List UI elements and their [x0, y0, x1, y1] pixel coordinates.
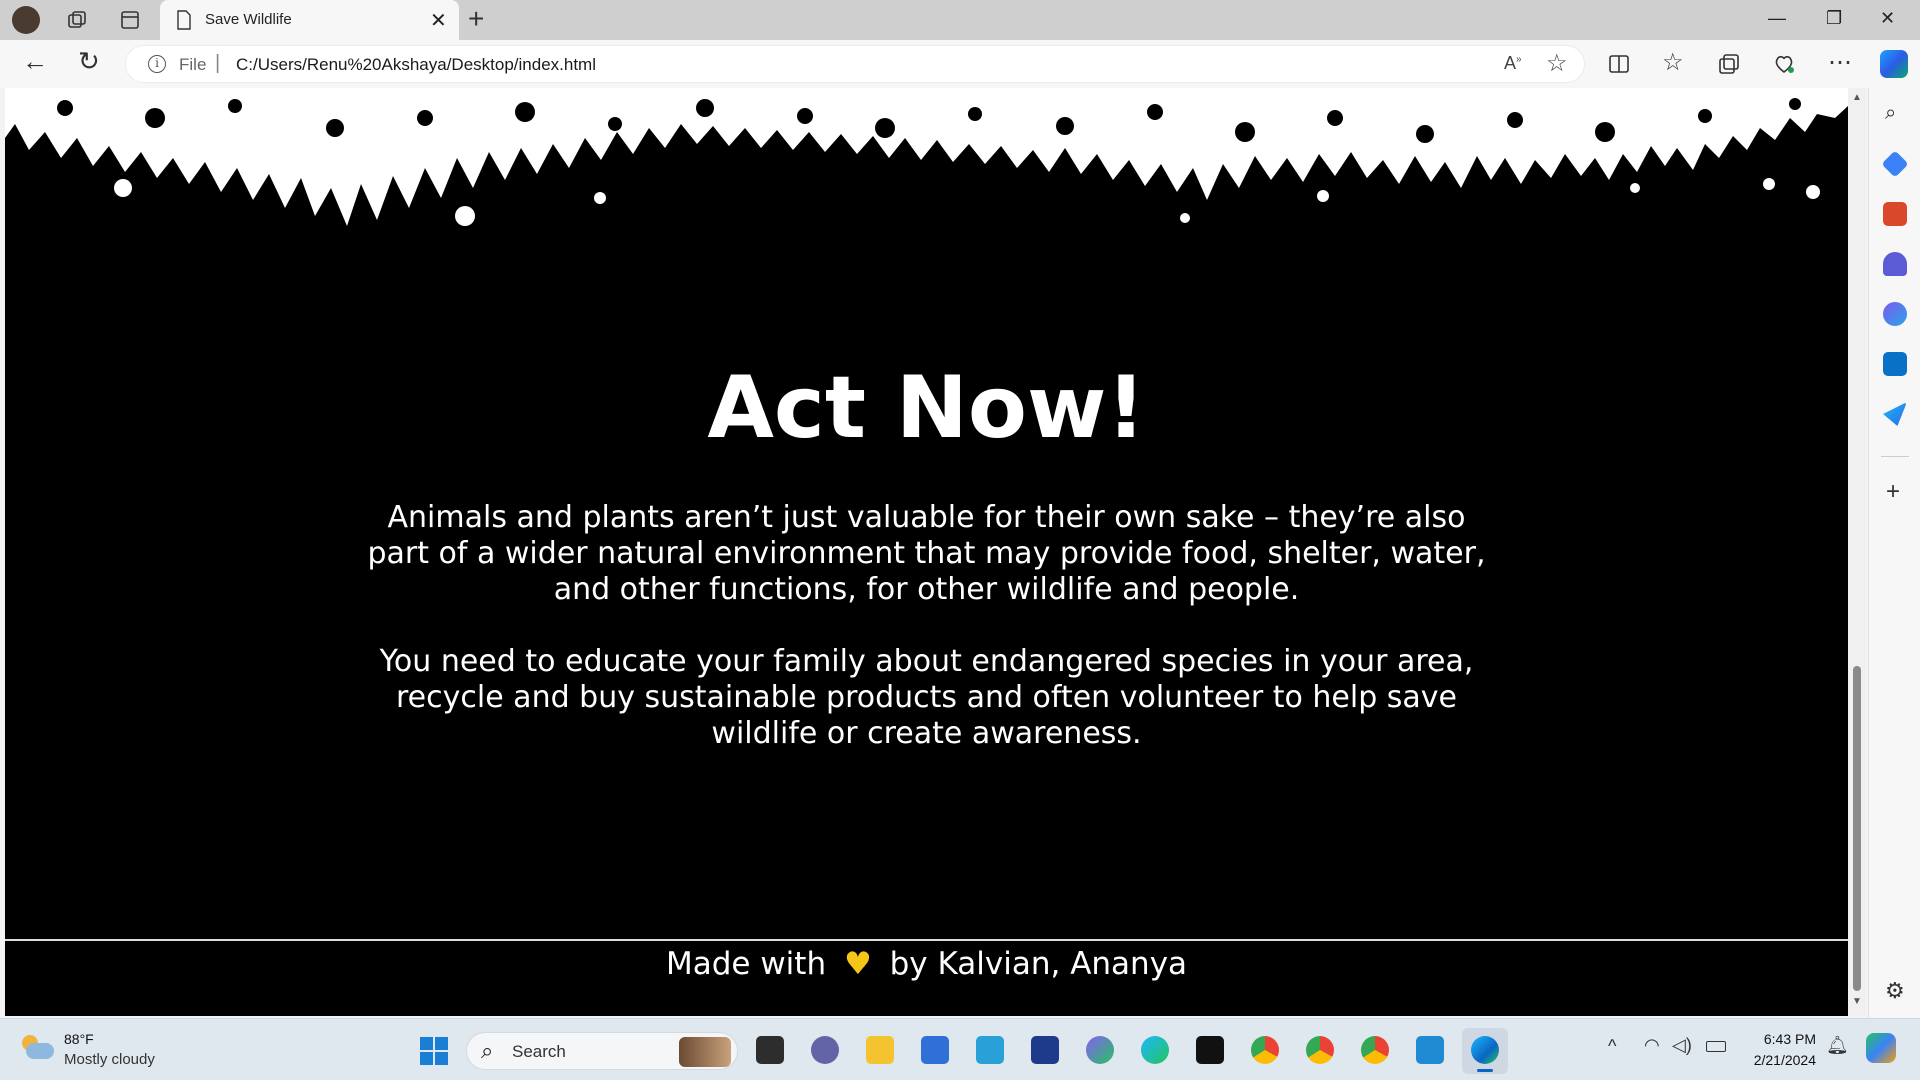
page-heading: Act Now!: [707, 358, 1146, 458]
tab-save-wildlife[interactable]: Save Wildlife ✕: [160, 0, 459, 40]
collections-icon[interactable]: [1718, 53, 1740, 75]
tab-title: Save Wildlife: [205, 11, 292, 28]
sidebar-divider: [1881, 456, 1909, 457]
page-scrollbar[interactable]: ▲ ▼: [1848, 88, 1866, 1016]
scroll-down-icon[interactable]: ▼: [1852, 996, 1862, 1007]
scrollbar-thumb[interactable]: [1853, 666, 1861, 991]
copilot-preview-icon[interactable]: [1866, 1033, 1896, 1063]
notifications-icon[interactable]: 🔔︎: [1826, 1035, 1849, 1056]
new-tab-icon[interactable]: +: [468, 3, 484, 35]
sidebar-settings-icon[interactable]: ⚙: [1885, 978, 1905, 1004]
page-icon: [177, 10, 191, 30]
chrome-profile-avatar-icon[interactable]: [1361, 1036, 1389, 1064]
taskbar-search[interactable]: ⌕ Search: [466, 1032, 738, 1070]
address-prefix: File: [179, 55, 207, 74]
show-hidden-icons-icon[interactable]: ^: [1608, 1036, 1616, 1057]
refresh-icon[interactable]: ↻: [78, 46, 100, 77]
close-window-icon[interactable]: ✕: [1880, 8, 1895, 29]
clock-date[interactable]: 2/21/2024: [1740, 1052, 1816, 1068]
tab-actions-icon[interactable]: [119, 9, 141, 31]
microsoft-store-icon[interactable]: [921, 1036, 949, 1064]
address-separator: |: [215, 52, 221, 74]
footer-prefix: Made with: [665, 946, 827, 982]
games-icon[interactable]: [1883, 252, 1907, 276]
active-indicator: [1477, 1069, 1493, 1072]
paragraph-value-of-wildlife: Animals and plants aren’t just valuable …: [367, 500, 1486, 607]
weather-description[interactable]: Mostly cloudy: [64, 1051, 155, 1068]
clock-time[interactable]: 6:43 PM: [1740, 1031, 1816, 1047]
edge-dev-icon[interactable]: [1141, 1036, 1169, 1064]
workspaces-icon[interactable]: [66, 9, 88, 31]
drop-icon[interactable]: [1883, 402, 1907, 426]
shopping-icon[interactable]: [1881, 150, 1909, 178]
settings-more-icon[interactable]: ⋯: [1828, 48, 1852, 77]
scroll-up-icon[interactable]: ▲: [1852, 92, 1862, 103]
outlook-icon[interactable]: [1883, 352, 1907, 376]
browser-essentials-icon[interactable]: [1773, 53, 1795, 75]
search-icon[interactable]: ⌕: [1885, 102, 1896, 125]
address-bar[interactable]: i File | C:/Users/Renu%20Akshaya/Desktop…: [125, 45, 1585, 83]
copilot-taskbar-icon[interactable]: [1086, 1036, 1114, 1064]
edge-taskbar-active[interactable]: [1462, 1028, 1508, 1074]
url-text[interactable]: C:/Users/Renu%20Akshaya/Desktop/index.ht…: [236, 55, 596, 75]
windows-start-icon[interactable]: [420, 1037, 448, 1065]
browser-toolbar: ← ↻ i File | C:/Users/Renu%20Akshaya/Des…: [0, 40, 1920, 88]
taskbar-search-icon: ⌕: [481, 1038, 494, 1063]
vscode-icon[interactable]: [1416, 1036, 1444, 1064]
edge-icon: [1471, 1036, 1499, 1064]
teams-chat-icon[interactable]: [811, 1036, 839, 1064]
read-aloud-icon[interactable]: A»: [1504, 53, 1522, 74]
edge-sidebar: ⌕ + ⚙: [1868, 88, 1920, 1018]
yellow-heart-icon: ♥: [843, 946, 872, 982]
footer: Made with ♥ by Kalvian, Ananya: [5, 946, 1848, 982]
tools-icon[interactable]: [1883, 202, 1907, 226]
page-content: Act Now! Animals and plants aren’t just …: [5, 88, 1848, 1016]
restore-icon[interactable]: ❐: [1826, 8, 1842, 29]
weather-cloud-icon[interactable]: [20, 1035, 54, 1059]
file-explorer-icon[interactable]: [866, 1036, 894, 1064]
task-view-icon[interactable]: [756, 1036, 784, 1064]
profile-avatar[interactable]: [12, 6, 40, 34]
volume-icon[interactable]: ◁): [1672, 1035, 1692, 1056]
search-highlight-image: [679, 1037, 731, 1067]
taskbar-search-label: Search: [512, 1042, 566, 1061]
split-screen-icon[interactable]: [1608, 53, 1630, 75]
browser-title-bar: Save Wildlife ✕ + — ❐ ✕: [0, 0, 1920, 40]
minimize-icon[interactable]: —: [1768, 8, 1786, 29]
chrome-icon[interactable]: [1251, 1036, 1279, 1064]
paragraph-how-to-help: You need to educate your family about en…: [379, 644, 1474, 751]
windows-taskbar: 88°F Mostly cloudy ⌕ Search ^ ◠ ◁) 6:43 …: [0, 1018, 1920, 1080]
favorites-icon[interactable]: ☆: [1662, 48, 1684, 77]
add-sidebar-app-icon[interactable]: +: [1886, 478, 1900, 506]
footer-divider: [5, 939, 1848, 941]
dev-home-icon[interactable]: [1031, 1036, 1059, 1064]
remote-desktop-icon[interactable]: [976, 1036, 1004, 1064]
netflix-icon[interactable]: [1196, 1036, 1224, 1064]
back-icon[interactable]: ←: [22, 46, 48, 77]
battery-icon[interactable]: [1706, 1041, 1726, 1052]
chrome-profile-r-icon[interactable]: [1306, 1036, 1334, 1064]
footer-credits: by Kalvian, Ananya: [889, 946, 1188, 982]
wifi-icon[interactable]: ◠: [1644, 1035, 1660, 1056]
close-tab-icon[interactable]: ✕: [430, 8, 447, 33]
info-icon[interactable]: i: [148, 55, 166, 73]
weather-temperature[interactable]: 88°F: [64, 1031, 94, 1047]
favorite-star-icon[interactable]: ☆: [1546, 49, 1568, 78]
grunge-border-decoration: [5, 88, 1848, 248]
copilot-icon[interactable]: [1880, 50, 1908, 78]
microsoft-365-icon[interactable]: [1883, 302, 1907, 326]
